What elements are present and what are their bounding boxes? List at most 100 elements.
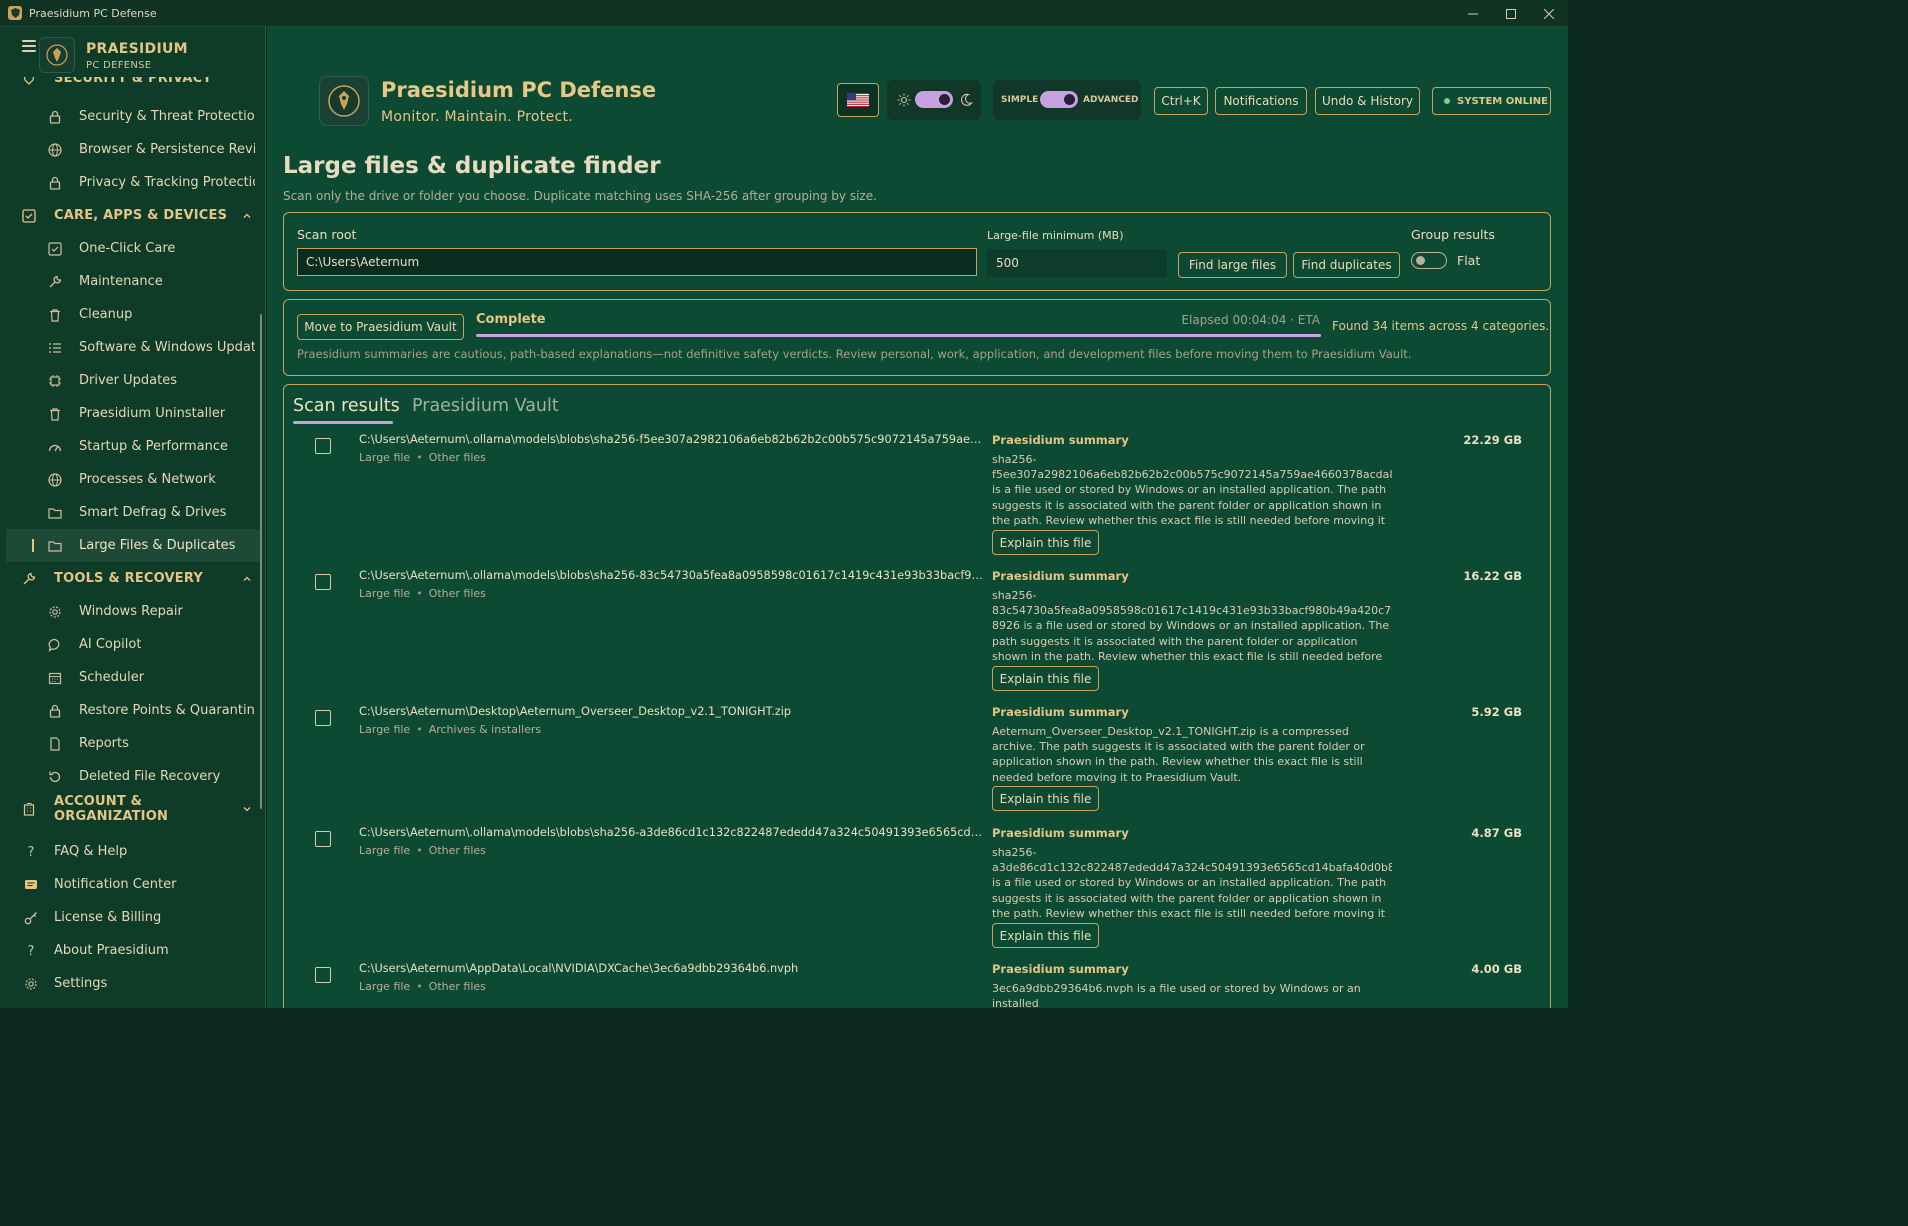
result-checkbox[interactable] xyxy=(315,967,331,983)
find-large-files-button[interactable]: Find large files xyxy=(1178,252,1287,278)
sidebar-item-label: Restore Points & Quarantine xyxy=(79,703,255,718)
result-checkbox[interactable] xyxy=(315,710,331,726)
explain-file-button[interactable]: Explain this file xyxy=(992,923,1099,948)
us-flag-icon xyxy=(847,93,869,107)
brand-logo-icon xyxy=(39,37,75,73)
sidebar-item-processes-network[interactable]: Processes & Network xyxy=(6,463,260,496)
tag-separator: • xyxy=(416,980,423,993)
sidebar-item-large-files[interactable]: Large Files & Duplicates xyxy=(6,529,260,562)
sidebar-item-cleanup[interactable]: Cleanup xyxy=(6,298,260,331)
tag-size: Large file xyxy=(359,451,411,464)
calendar-icon xyxy=(48,671,62,685)
folder-icon xyxy=(48,539,62,553)
sidebar-item-reports[interactable]: Reports xyxy=(6,727,260,760)
sidebar-item-startup-performance[interactable]: Startup & Performance xyxy=(6,430,260,463)
sidebar-item-windows-repair[interactable]: Windows Repair xyxy=(6,595,260,628)
section-care-apps-devices[interactable]: CARE, APPS & DEVICES xyxy=(6,199,260,232)
sidebar-item-driver-updates[interactable]: Driver Updates xyxy=(6,364,260,397)
page-title: Large files & duplicate finder xyxy=(283,153,661,179)
section-label: ACCOUNT & ORGANIZATION xyxy=(54,793,169,824)
find-duplicates-button[interactable]: Find duplicates xyxy=(1293,252,1400,278)
result-checkbox[interactable] xyxy=(315,831,331,847)
maximize-icon[interactable] xyxy=(1492,0,1530,27)
trash-icon xyxy=(48,308,62,322)
menu-icon[interactable] xyxy=(22,40,36,52)
sidebar-item-one-click-care[interactable]: One-Click Care xyxy=(6,232,260,265)
sidebar-item-label: Reports xyxy=(79,736,129,751)
result-checkbox[interactable] xyxy=(315,438,331,454)
result-path: C:\Users\Aeternum\.ollama\models\blobs\s… xyxy=(359,569,983,582)
summary-title: Praesidium summary xyxy=(992,569,1129,583)
min-size-input[interactable] xyxy=(987,249,1167,277)
sidebar-item-maintenance[interactable]: Maintenance xyxy=(6,265,260,298)
question-icon: ? xyxy=(27,943,35,959)
mode-toggle[interactable] xyxy=(1040,91,1078,108)
sidebar-item-license-billing[interactable]: License & Billing xyxy=(6,901,260,934)
chevron-down-icon[interactable] xyxy=(242,804,252,814)
explain-file-button[interactable]: Explain this file xyxy=(992,530,1099,555)
sidebar-item-faq[interactable]: ? FAQ & Help xyxy=(6,835,260,868)
sidebar-item-privacy-tracking[interactable]: Privacy & Tracking Protection xyxy=(6,166,260,199)
sidebar-item-about[interactable]: ? About Praesidium xyxy=(6,934,260,967)
group-results-toggle[interactable] xyxy=(1411,252,1447,269)
app-shield-icon xyxy=(8,6,22,20)
sidebar-item-label: Deleted File Recovery xyxy=(79,769,221,784)
sidebar-item-settings[interactable]: Settings xyxy=(6,967,260,1000)
close-icon[interactable] xyxy=(1530,0,1568,27)
lock-icon xyxy=(48,704,62,718)
command-palette-button[interactable]: Ctrl+K xyxy=(1154,87,1208,115)
summary-text: sha256- a3de86cd1c132c822487ededd47a324c… xyxy=(992,846,1392,920)
undo-history-button[interactable]: Undo & History xyxy=(1315,87,1420,115)
tag-size: Large file xyxy=(359,844,411,857)
result-tags: Large file • Other files xyxy=(359,844,486,857)
sidebar-item-smart-defrag[interactable]: Smart Defrag & Drives xyxy=(6,496,260,529)
chevron-up-icon[interactable] xyxy=(242,574,252,584)
chevron-up-icon[interactable] xyxy=(242,211,252,221)
sidebar-item-scheduler[interactable]: Scheduler xyxy=(6,661,260,694)
sidebar-item-ai-copilot[interactable]: AI Copilot xyxy=(6,628,260,661)
sidebar-item-label: Driver Updates xyxy=(79,373,177,388)
sidebar-item-label: Software & Windows Update xyxy=(79,340,255,355)
sidebar-item-browser-persistence[interactable]: Browser & Persistence Review xyxy=(6,133,260,166)
sidebar-item-restore-points[interactable]: Restore Points & Quarantine xyxy=(6,694,260,727)
summary-title: Praesidium summary xyxy=(992,705,1129,719)
summary-title: Praesidium summary xyxy=(992,962,1129,976)
result-size: 16.22 GB xyxy=(1463,569,1522,583)
result-path: C:\Users\Aeternum\AppData\Local\NVIDIA\D… xyxy=(359,962,799,975)
brand-name: PRAESIDIUM xyxy=(86,41,188,57)
result-size: 22.29 GB xyxy=(1463,433,1522,447)
sidebar-item-security-threat[interactable]: Security & Threat Protection xyxy=(6,100,260,133)
scan-progress-panel: Move to Praesidium Vault Complete Elapse… xyxy=(283,299,1551,376)
tag-separator: • xyxy=(416,587,423,600)
move-to-vault-button[interactable]: Move to Praesidium Vault xyxy=(297,314,464,340)
sidebar-item-label: License & Billing xyxy=(54,910,162,925)
globe-icon xyxy=(48,142,62,157)
sidebar-item-notification-center[interactable]: Notification Center xyxy=(6,868,260,901)
explain-file-button[interactable]: Explain this file xyxy=(992,666,1099,691)
building-icon xyxy=(22,802,36,816)
theme-toggle[interactable] xyxy=(915,91,953,108)
sidebar-item-label: Browser & Persistence Review xyxy=(79,142,255,157)
section-account-organization[interactable]: ACCOUNT & ORGANIZATION xyxy=(6,792,260,825)
wrench-icon xyxy=(22,572,36,586)
system-status-badge: SYSTEM ONLINE xyxy=(1432,87,1551,115)
app-tagline: Monitor. Maintain. Protect. xyxy=(381,109,574,125)
explain-file-button[interactable]: Explain this file xyxy=(992,786,1099,811)
result-checkbox[interactable] xyxy=(315,574,331,590)
tab-praesidium-vault[interactable]: Praesidium Vault xyxy=(412,396,559,416)
result-tags: Large file • Other files xyxy=(359,451,486,464)
language-flag-button[interactable] xyxy=(837,83,879,117)
scan-root-input[interactable] xyxy=(297,248,977,276)
results-panel: Scan results Praesidium Vault C:\Users\A… xyxy=(283,384,1551,1008)
minimize-icon[interactable] xyxy=(1454,0,1492,27)
wrench-icon xyxy=(48,275,62,289)
sidebar-scrollbar[interactable] xyxy=(260,314,262,809)
lock-icon xyxy=(48,110,62,124)
section-tools-recovery[interactable]: TOOLS & RECOVERY xyxy=(6,562,260,595)
sidebar-item-software-update[interactable]: Software & Windows Update xyxy=(6,331,260,364)
tag-category: Other files xyxy=(428,451,486,464)
tab-scan-results[interactable]: Scan results xyxy=(293,396,400,416)
notifications-button[interactable]: Notifications xyxy=(1215,87,1307,115)
sidebar-item-uninstaller[interactable]: Praesidium Uninstaller xyxy=(6,397,260,430)
sidebar-item-deleted-recovery[interactable]: Deleted File Recovery xyxy=(6,760,260,793)
